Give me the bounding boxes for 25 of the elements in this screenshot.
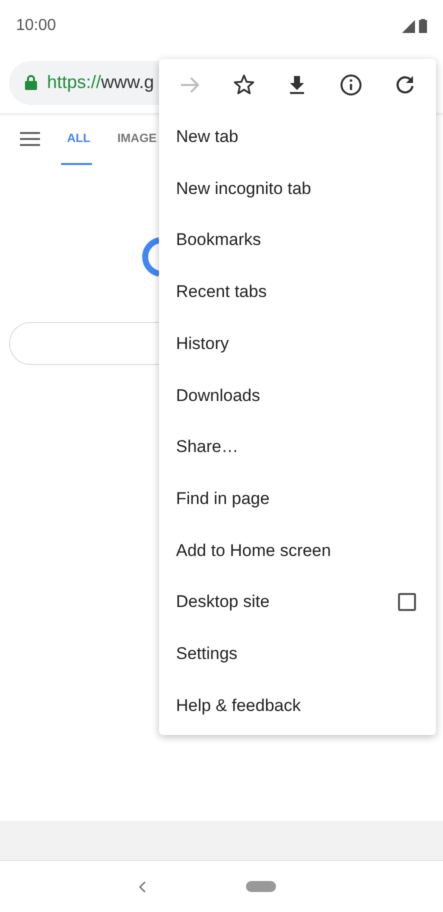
lock-icon <box>25 75 37 90</box>
menu-item[interactable]: Desktop site <box>176 589 270 615</box>
battery-icon <box>419 19 427 33</box>
menu-item[interactable]: Help & feedback <box>176 692 301 718</box>
back-icon[interactable] <box>138 880 146 892</box>
menu-item[interactable]: Recent tabs <box>176 279 267 305</box>
menu-item[interactable]: Downloads <box>176 382 260 408</box>
menu-item[interactable]: Settings <box>176 640 238 666</box>
menu-item[interactable]: New tab <box>176 124 238 150</box>
signal-icon <box>402 20 415 32</box>
menu-item[interactable]: New incognito tab <box>176 176 312 202</box>
menu-item[interactable]: Add to Home screen <box>176 538 331 564</box>
status-time: 10:00 <box>16 16 56 36</box>
info-icon[interactable] <box>339 73 364 97</box>
page-tab[interactable]: ALL <box>61 113 92 165</box>
page-tab[interactable]: IMAGE <box>111 113 159 165</box>
menu-icon[interactable] <box>20 132 40 146</box>
star-icon[interactable] <box>232 73 256 97</box>
checkbox[interactable] <box>398 593 416 612</box>
menu-item[interactable]: Bookmarks <box>176 227 262 253</box>
home-pill[interactable] <box>246 881 276 892</box>
menu-item[interactable]: Share… <box>176 434 238 460</box>
url-text: https://www.g <box>47 71 154 94</box>
menu-item[interactable]: Find in page <box>176 486 270 512</box>
menu-item[interactable]: History <box>176 330 229 356</box>
